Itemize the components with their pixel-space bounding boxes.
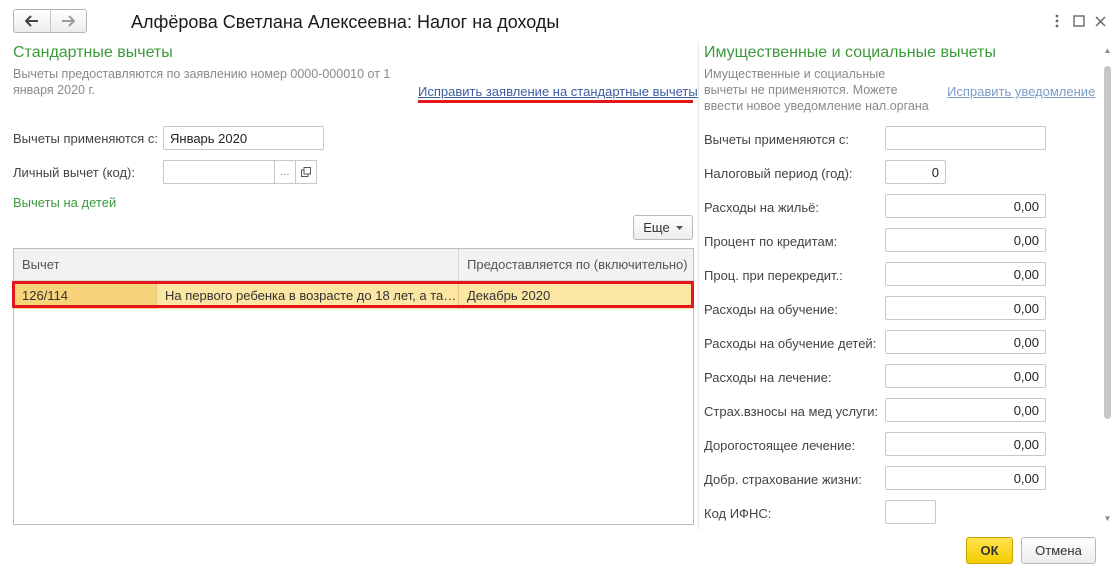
highlight-underline — [418, 100, 693, 103]
more-button-label: Еще — [643, 220, 670, 235]
cell-until: Декабрь 2020 — [458, 282, 693, 309]
standard-deductions-note-line1: Вычеты предоставляются по заявлению номе… — [13, 67, 391, 81]
arrow-right-icon — [62, 15, 76, 27]
pick-button[interactable]: ... — [274, 160, 296, 184]
children-education-label: Расходы на обучение детей: — [704, 336, 877, 351]
medical-insurance-label: Страх.взносы на мед услуги: — [704, 404, 879, 419]
medical-expenses-label: Расходы на лечение: — [704, 370, 832, 385]
more-actions-icon[interactable] — [1046, 10, 1068, 32]
personal-deduction-input[interactable] — [163, 160, 275, 184]
ifns-code-input[interactable] — [885, 500, 936, 524]
more-button[interactable]: Еще — [633, 215, 693, 240]
table-row[interactable]: 126/114 На первого ребенка в возрасте до… — [14, 282, 693, 309]
ok-button[interactable]: ОК — [966, 537, 1013, 564]
right-pane-scrollbar[interactable]: ▲ ▼ — [1102, 44, 1113, 526]
standard-deductions-note-line2: января 2020 г. — [13, 83, 95, 97]
medical-insurance-input[interactable] — [885, 398, 1046, 422]
ellipsis-icon: ... — [280, 166, 290, 178]
housing-expenses-label: Расходы на жильё: — [704, 200, 819, 215]
window-title: Алфёрова Светлана Алексеевна: Налог на д… — [131, 12, 560, 32]
ifns-code-label: Код ИФНС: — [704, 506, 772, 521]
scroll-thumb[interactable] — [1104, 66, 1111, 419]
children-deductions-table: Вычет Предоставляется по (включительно) … — [13, 248, 694, 525]
open-window-icon — [301, 167, 311, 177]
property-note-line1: Имущественные и социальные — [704, 67, 886, 81]
column-header-until[interactable]: Предоставляется по (включительно) — [458, 249, 693, 281]
property-note-line2: вычеты не применяются. Можете — [704, 83, 898, 97]
applied-from-input[interactable] — [163, 126, 324, 150]
education-expenses-input[interactable] — [885, 296, 1046, 320]
loan-interest-label: Процент по кредитам: — [704, 234, 838, 249]
property-note-line3: ввести новое уведомление нал.органа — [704, 99, 929, 113]
personal-deduction-label: Личный вычет (код): — [13, 165, 135, 180]
pane-divider — [698, 42, 699, 530]
refinance-interest-label: Проц. при перекредит.: — [704, 268, 843, 283]
children-education-input[interactable] — [885, 330, 1046, 354]
column-header-deduction[interactable]: Вычет — [14, 249, 458, 281]
property-applied-from-input[interactable] — [885, 126, 1046, 150]
table-header: Вычет Предоставляется по (включительно) — [14, 249, 693, 281]
refinance-interest-input[interactable] — [885, 262, 1046, 286]
children-deductions-title: Вычеты на детей — [13, 195, 117, 210]
cell-name: На первого ребенка в возрасте до 18 лет,… — [156, 282, 458, 309]
dropdown-arrow-icon — [675, 225, 683, 230]
life-insurance-label: Добр. страхование жизни: — [704, 472, 862, 487]
property-applied-from-label: Вычеты применяются с: — [704, 132, 849, 147]
fix-notification-link[interactable]: Исправить уведомление — [947, 84, 1095, 99]
standard-deductions-title: Стандартные вычеты — [13, 44, 173, 61]
tax-period-label: Налоговый период (год): — [704, 166, 853, 181]
maximize-icon[interactable] — [1068, 10, 1090, 32]
scroll-up-icon[interactable]: ▲ — [1103, 46, 1112, 55]
education-expenses-label: Расходы на обучение: — [704, 302, 839, 317]
applied-from-label: Вычеты применяются с: — [13, 131, 158, 146]
scroll-down-icon[interactable]: ▼ — [1103, 514, 1112, 523]
cell-code: 126/114 — [14, 282, 156, 309]
medical-expenses-input[interactable] — [885, 364, 1046, 388]
open-button[interactable] — [295, 160, 317, 184]
history-nav — [13, 9, 87, 33]
back-button[interactable] — [14, 10, 50, 32]
property-deductions-title: Имущественные и социальные вычеты — [704, 44, 996, 61]
forward-button[interactable] — [49, 10, 87, 32]
expensive-treatment-label: Дорогостоящее лечение: — [704, 438, 856, 453]
arrow-left-icon — [24, 15, 38, 27]
cancel-button[interactable]: Отмена — [1021, 537, 1096, 564]
loan-interest-input[interactable] — [885, 228, 1046, 252]
housing-expenses-input[interactable] — [885, 194, 1046, 218]
tax-period-input[interactable] — [885, 160, 946, 184]
expensive-treatment-input[interactable] — [885, 432, 1046, 456]
close-icon[interactable] — [1089, 10, 1111, 32]
fix-standard-application-link[interactable]: Исправить заявление на стандартные вычет… — [418, 84, 698, 99]
life-insurance-input[interactable] — [885, 466, 1046, 490]
